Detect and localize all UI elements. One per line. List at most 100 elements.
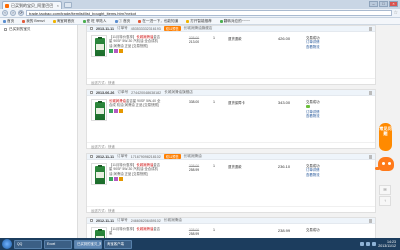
- url-input[interactable]: trade.taobao.com/trade/itemlist/list_bou…: [26, 10, 392, 16]
- left-nav-item[interactable]: 已买到的宝贝: [0, 25, 77, 34]
- product-thumbnail[interactable]: [91, 227, 107, 238]
- back-button[interactable]: ‹: [2, 10, 8, 16]
- order-checkbox[interactable]: [90, 91, 93, 94]
- order-id: 274420048638182: [131, 90, 162, 95]
- back-to-top-button[interactable]: ↑: [379, 196, 391, 206]
- quantity: 1: [213, 100, 215, 104]
- order-header: 2013-11-11 订单号 453533332316193 双11预售 长城润…: [87, 26, 375, 32]
- order-checkbox[interactable]: [90, 155, 93, 158]
- trash-icon[interactable]: [369, 218, 372, 223]
- taskbar-item[interactable]: 淘宝客户端: [104, 239, 132, 249]
- new-tab-button[interactable]: [64, 2, 72, 8]
- after-sale-action[interactable]: 退货退款: [228, 164, 250, 169]
- unit-price: 338.00 213.00: [186, 36, 202, 45]
- order-status: 交易成功 订单详情 查看物流: [306, 100, 328, 119]
- product-description[interactable]: 【11月特价惠享】长城润滑油金吉星 90SF 5W-30 汽机油 全合成机油 润…: [109, 163, 161, 181]
- shop-name[interactable]: 长城润滑油: [184, 154, 202, 159]
- minimize-button[interactable]: –: [369, 1, 378, 7]
- after-sale-action[interactable]: 退货退款: [228, 36, 250, 41]
- status-text: 交易成功: [306, 228, 320, 232]
- tab-close-icon[interactable]: ×: [57, 3, 59, 8]
- tray-icon[interactable]: [366, 242, 371, 246]
- trash-icon[interactable]: [369, 26, 372, 31]
- mascot-icon[interactable]: [374, 153, 396, 179]
- bottle-label: [96, 172, 104, 178]
- product-thumbnail[interactable]: [91, 99, 107, 121]
- order-checkbox[interactable]: [90, 219, 93, 222]
- bookmark-item[interactable]: 爱 旺 甲陆人: [82, 18, 107, 24]
- order-total: 238.99: [277, 228, 291, 233]
- left-nav-label: 已买到的宝贝: [9, 27, 31, 31]
- taskbar-item[interactable]: Excel: [44, 239, 72, 249]
- forward-button[interactable]: ›: [10, 10, 16, 16]
- order-date: 2012-11-11: [96, 154, 114, 159]
- bottle-label: [96, 108, 104, 114]
- right-float-toolbar: 常见问题 ✉ ↑: [374, 25, 400, 238]
- sale-price: 258.99: [188, 168, 200, 173]
- tray-icon[interactable]: [360, 242, 365, 246]
- promo-tag: 双11预售: [163, 154, 181, 159]
- close-window-button[interactable]: ×: [389, 1, 398, 7]
- service-icons: [109, 48, 161, 53]
- bookmark-icon: [52, 19, 56, 23]
- trash-icon[interactable]: [369, 154, 372, 159]
- order-id-label: 订单号: [117, 218, 128, 222]
- order-card: 2012-11-11 订单号 246606206459102 长城润滑油 【11…: [86, 217, 376, 238]
- shipping-method: 运送方式：快递: [87, 206, 375, 213]
- view-logistics-link[interactable]: 查看物流: [306, 173, 328, 177]
- service-icon: [109, 48, 113, 53]
- bookmark-label: 爱 旺 甲陆人: [86, 18, 107, 23]
- taskbar-item[interactable]: QQ: [14, 239, 42, 249]
- order-status: 交易成功 订单详情 查看物流: [306, 164, 328, 177]
- order-id: 453533332316193: [130, 26, 161, 31]
- bookmark-item[interactable]: 首页: [3, 19, 14, 24]
- bookmark-item[interactable]: ⓘ 首页: [114, 19, 130, 24]
- sale-price: 338.00: [188, 100, 200, 104]
- order-checkbox[interactable]: [90, 27, 93, 30]
- reload-button[interactable]: ⟳: [18, 10, 24, 16]
- faq-button[interactable]: 常见问题: [379, 123, 392, 151]
- volume-icon[interactable]: [372, 242, 377, 246]
- product-description[interactable]: 长城润滑油金吉星 90SF 5W-40 全合成 机油 润滑油 正品 [交易快照]: [109, 99, 161, 113]
- mascot-eye: [388, 162, 391, 165]
- shop-name[interactable]: 长城润滑油: [164, 218, 182, 223]
- trash-icon[interactable]: [369, 90, 372, 95]
- clock[interactable]: 14:23 2013/11/12: [378, 240, 398, 248]
- left-nav: 已买到的宝贝: [0, 25, 78, 238]
- bookmark-item[interactable]: 翻转对应的~~~~: [219, 18, 251, 24]
- bookmark-star-icon[interactable]: ☆: [394, 10, 398, 16]
- bookmark-label: 翻转对应的~~~~: [223, 18, 251, 23]
- order-id: 246606206459102: [130, 218, 161, 223]
- after-sale-action[interactable]: 退货保障卡: [228, 100, 250, 105]
- order-status: 交易成功: [306, 228, 328, 232]
- promo-tag: 双11预售: [163, 26, 181, 31]
- bookmark-icon: [186, 19, 190, 23]
- shop-name[interactable]: 长城润滑油旗舰店: [184, 26, 213, 31]
- bookmark-item[interactable]: 我的 Brenzi: [22, 19, 45, 24]
- shop-name[interactable]: 长城润滑油旗舰店: [164, 90, 193, 95]
- browser-tab[interactable]: 已买到的宝贝_阿里巴巴 ×: [2, 1, 62, 9]
- service-icon: [114, 176, 118, 181]
- order-card: 2013-11-11 订单号 453533332316193 双11预售 长城润…: [86, 25, 376, 85]
- product-thumbnail[interactable]: [91, 163, 107, 185]
- product-thumbnail[interactable]: [91, 35, 107, 57]
- message-button[interactable]: ✉: [379, 185, 391, 195]
- product-description[interactable]: 【11月特价惠享】长城润滑油金吉星 90SF 5W-30 汽机油 全合成机油 润…: [109, 35, 161, 53]
- bookmark-item[interactable]: 淘宝网首页: [52, 19, 75, 24]
- bookmark-item[interactable]: 打开智能推荐: [186, 19, 212, 24]
- product-title: 长城润滑油金吉星 90SF 5W-40 全合成 机油 润滑油 正品 [交易快照]: [109, 99, 161, 108]
- address-bar: ‹ › ⟳ trade.taobao.com/trade/itemlist/li…: [0, 9, 400, 18]
- taskbar-item[interactable]: 已买到的宝贝_阿...: [74, 239, 102, 249]
- window-controls: – □ ×: [369, 1, 398, 7]
- order-header: 2013-06-26 订单号 274420048638182 长城润滑油旗舰店: [87, 90, 375, 96]
- view-logistics-link[interactable]: 查看物流: [306, 45, 328, 49]
- bookmark-item[interactable]: 在一进一下，也能知道: [138, 19, 178, 24]
- start-button[interactable]: [2, 239, 12, 249]
- product-description[interactable]: 【11月特价惠享】长城润滑油金吉星: [109, 227, 161, 236]
- bookmark-label: 打开智能推荐: [190, 18, 212, 23]
- bookmark-icon: [114, 19, 118, 23]
- product-title: 【11月特价惠享】长城润滑油金吉星 90SF 5W-30 汽机油 全合成机油 润…: [109, 163, 161, 176]
- maximize-button[interactable]: □: [379, 1, 388, 7]
- order-header: 2012-11-11 订单号 171679098218102 双11预售 长城润…: [87, 154, 375, 160]
- view-logistics-link[interactable]: 查看物流: [306, 114, 328, 118]
